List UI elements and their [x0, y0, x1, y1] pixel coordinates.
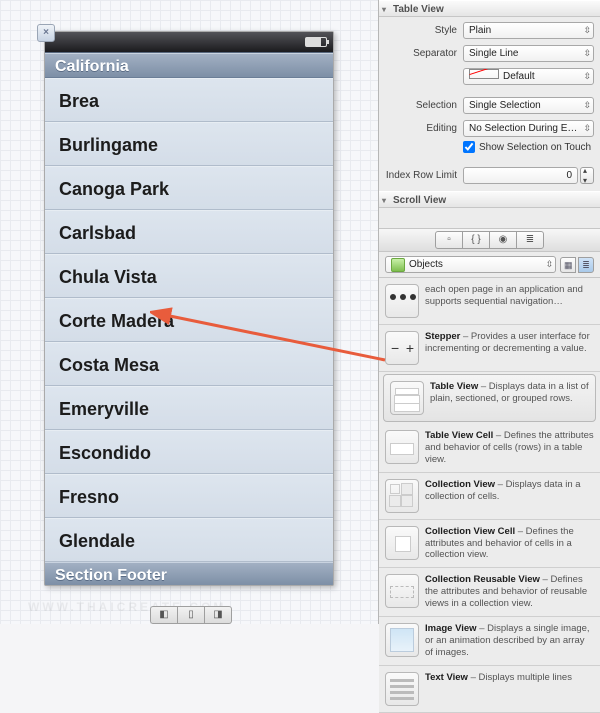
field-separator: Separator Single Line: [379, 43, 600, 63]
separator-color-combo[interactable]: Default: [463, 68, 594, 85]
lib-tab-object-icon[interactable]: ◉: [489, 231, 517, 249]
separator-color-value: Default: [503, 71, 535, 82]
group-scroll-view[interactable]: Scroll View: [379, 191, 600, 208]
table-row[interactable]: Costa Mesa: [45, 342, 333, 386]
library-item-text: Table View Cell – Defines the attributes…: [425, 430, 594, 466]
library-list: each open page in an application and sup…: [379, 278, 600, 713]
table-row[interactable]: Burlingame: [45, 122, 333, 166]
view-list-icon[interactable]: ≣: [578, 257, 594, 273]
library-item-text: Collection View – Displays data in a col…: [425, 479, 594, 513]
field-editing: Editing No Selection During E…: [379, 118, 600, 138]
library-item[interactable]: Table View Cell – Defines the attributes…: [379, 424, 600, 473]
i-img-icon: [385, 623, 419, 657]
style-combo[interactable]: Plain: [463, 22, 594, 39]
field-separator-color: Default: [379, 66, 600, 86]
index-row-stepper[interactable]: [580, 167, 594, 184]
table-row[interactable]: Glendale: [45, 518, 333, 562]
show-selection-input[interactable]: [463, 141, 475, 153]
i-crv-icon: [385, 574, 419, 608]
library-item-text: Stepper – Provides a user interface for …: [425, 331, 594, 365]
view-grid-icon[interactable]: ▦: [560, 257, 576, 273]
bottom-segmented-control: ◧ ▯ ◨: [150, 606, 232, 624]
i-cell-icon: [385, 430, 419, 464]
i-cv-icon: [385, 479, 419, 513]
table-row[interactable]: Carlsbad: [45, 210, 333, 254]
inspector-panel: Table View Style Plain Separator Single …: [378, 0, 600, 624]
i-text-icon: [385, 672, 419, 706]
i-table-icon: [390, 381, 424, 415]
show-selection-label: Show Selection on Touch: [479, 142, 591, 153]
swatch-icon: [469, 69, 499, 79]
library-item-text: each open page in an application and sup…: [425, 284, 594, 318]
i-nav-icon: [385, 284, 419, 318]
table-row[interactable]: Fresno: [45, 474, 333, 518]
library-item[interactable]: Collection View – Displays data in a col…: [379, 473, 600, 520]
close-device-button[interactable]: ×: [37, 24, 55, 42]
table-row[interactable]: Corte Madera: [45, 298, 333, 342]
index-row-input[interactable]: 0: [463, 167, 578, 184]
table-view-mock[interactable]: California BreaBurlingameCanoga ParkCarl…: [45, 52, 333, 586]
lib-tab-media-icon[interactable]: ≣: [516, 231, 544, 249]
library-item[interactable]: each open page in an application and sup…: [379, 278, 600, 325]
library-item-text: Collection Reusable View – Defines the a…: [425, 574, 594, 610]
table-rows: BreaBurlingameCanoga ParkCarlsbadChula V…: [45, 78, 333, 562]
section-header: California: [45, 53, 333, 78]
device-preview[interactable]: California BreaBurlingameCanoga ParkCarl…: [44, 31, 334, 586]
editing-label: Editing: [385, 123, 463, 134]
library-item-text: Collection View Cell – Defines the attri…: [425, 526, 594, 562]
i-cvc-icon: [385, 526, 419, 560]
library-item[interactable]: Table View – Displays data in a list of …: [383, 374, 596, 422]
battery-icon: [305, 37, 327, 47]
objects-icon: [391, 258, 405, 272]
table-row[interactable]: Chula Vista: [45, 254, 333, 298]
seg-3-icon[interactable]: ◨: [204, 606, 232, 624]
library-item[interactable]: Collection Reusable View – Defines the a…: [379, 568, 600, 617]
editing-combo[interactable]: No Selection During E…: [463, 120, 594, 137]
library-item-text: Image View – Displays a single image, or…: [425, 623, 594, 659]
seg-2-icon[interactable]: ▯: [177, 606, 205, 624]
selection-label: Selection: [385, 100, 463, 111]
table-row[interactable]: Emeryville: [45, 386, 333, 430]
library-item[interactable]: Image View – Displays a single image, or…: [379, 617, 600, 666]
library-toolbar: ▫ { } ◉ ≣: [379, 228, 600, 252]
lib-tab-code-icon[interactable]: { }: [462, 231, 490, 249]
style-label: Style: [385, 25, 463, 36]
library-item-text: Text View – Displays multiple lines: [425, 672, 594, 706]
library-view-mode: ▦ ≣: [560, 257, 594, 273]
status-bar: [45, 32, 333, 52]
selection-combo[interactable]: Single Selection: [463, 97, 594, 114]
objects-filter-combo[interactable]: Objects: [385, 256, 556, 273]
separator-label: Separator: [385, 48, 463, 59]
library-filter-row: Objects ▦ ≣: [379, 252, 600, 278]
section-footer: Section Footer: [45, 562, 333, 587]
library-item[interactable]: Text View – Displays multiple lines: [379, 666, 600, 713]
i-stepper-icon: [385, 331, 419, 365]
library-item[interactable]: Stepper – Provides a user interface for …: [379, 325, 600, 372]
objects-filter-label: Objects: [409, 257, 443, 272]
field-style: Style Plain: [379, 20, 600, 40]
field-selection: Selection Single Selection: [379, 95, 600, 115]
library-item-text: Table View – Displays data in a list of …: [430, 381, 589, 415]
index-row-label: Index Row Limit: [385, 170, 463, 181]
seg-1-icon[interactable]: ◧: [150, 606, 178, 624]
group-table-view[interactable]: Table View: [379, 0, 600, 17]
table-row[interactable]: Escondido: [45, 430, 333, 474]
field-index-row-limit: Index Row Limit 0: [379, 165, 600, 185]
table-row[interactable]: Canoga Park: [45, 166, 333, 210]
table-row[interactable]: Brea: [45, 78, 333, 122]
show-selection-checkbox[interactable]: Show Selection on Touch: [379, 138, 600, 156]
lib-tab-file-icon[interactable]: ▫: [435, 231, 463, 249]
separator-combo[interactable]: Single Line: [463, 45, 594, 62]
library-item[interactable]: Collection View Cell – Defines the attri…: [379, 520, 600, 569]
